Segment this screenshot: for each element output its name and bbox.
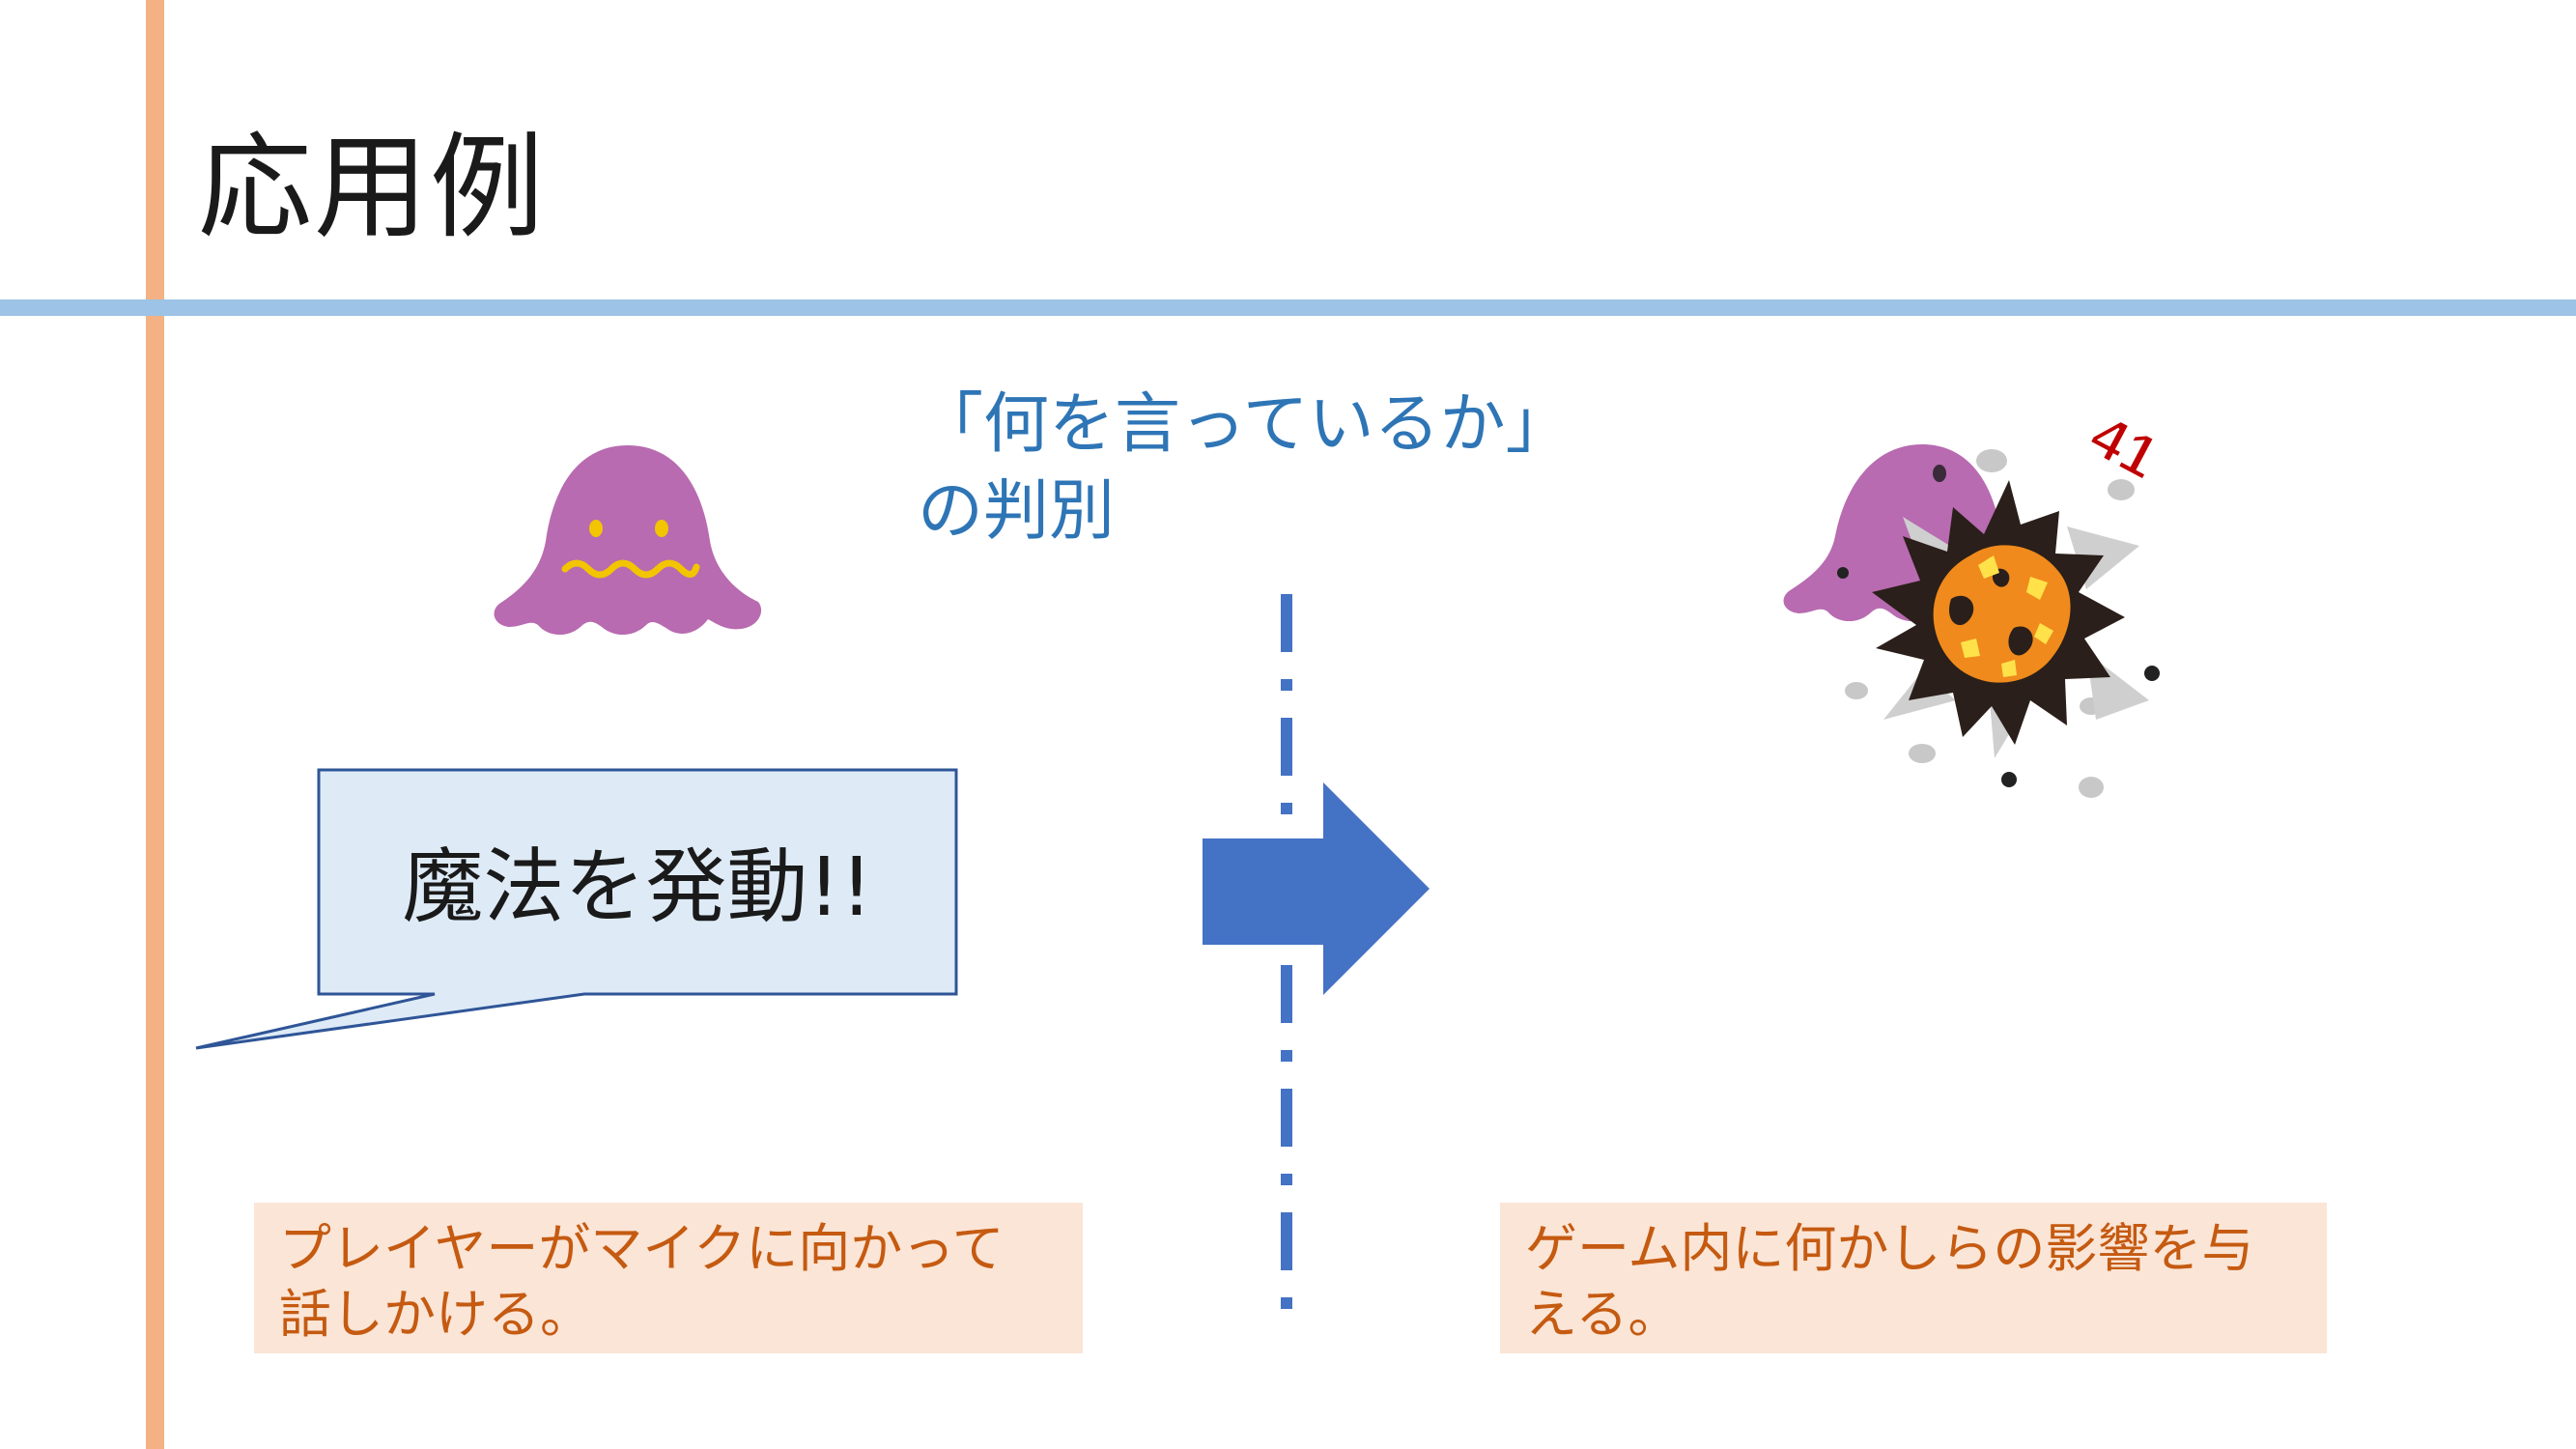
note-left-line-2: 話しかける。 <box>279 1284 592 1345</box>
accent-vertical-bar <box>146 0 164 1449</box>
explosion-icon: 41 <box>1783 411 2170 798</box>
note-left-line-1: プレイヤーがマイクに向かって <box>279 1218 1005 1279</box>
note-game-effect: ゲーム内に何かしらの影響を与 える。 <box>1500 1203 2327 1353</box>
caption-judgement: 「何を言っているか」 の判別 <box>918 382 1571 555</box>
caption-line-2: の判別 <box>918 473 1116 550</box>
note-player-speaks: プレイヤーがマイクに向かって 話しかける。 <box>254 1203 1083 1353</box>
monster-icon <box>494 445 762 636</box>
slide: 応用例 「何を言っているか」 の判別 魔法を発動!! 41 プレイヤーがマイクに… <box>0 0 2576 1449</box>
slide-title: 応用例 <box>198 121 547 254</box>
note-right-line-2: える。 <box>1525 1284 1681 1345</box>
accent-horizontal-bar <box>0 299 2576 316</box>
arrow-right-icon <box>1203 782 1430 995</box>
caption-line-1: 「何を言っているか」 <box>918 386 1571 463</box>
note-right-line-1: ゲーム内に何かしらの影響を与 <box>1525 1218 2254 1279</box>
speech-text: 魔法を発動!! <box>402 838 873 934</box>
damage-number: 41 <box>2079 411 2168 493</box>
